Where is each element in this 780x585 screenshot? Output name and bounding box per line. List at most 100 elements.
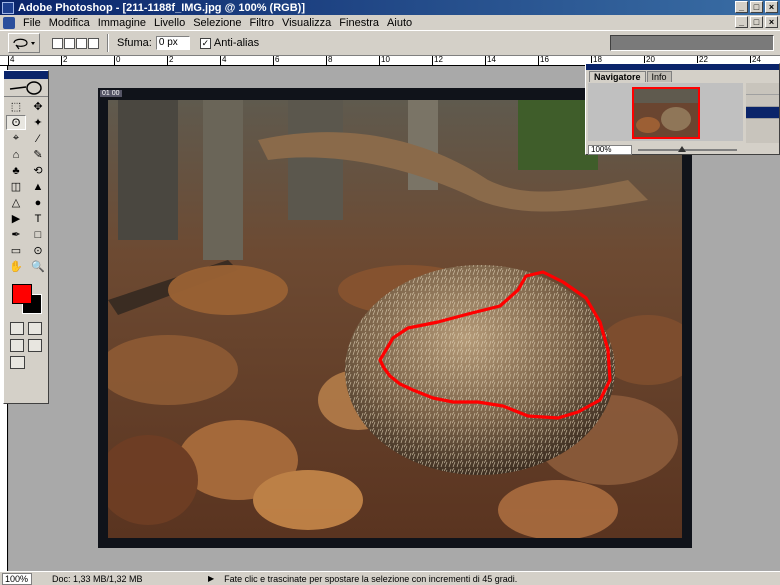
minimize-button[interactable]: _	[735, 1, 748, 13]
selection-mode-group	[52, 37, 99, 49]
dodge-tool-icon[interactable]: ●	[28, 195, 48, 210]
zoom-field[interactable]: 100%	[2, 572, 32, 585]
navigator-zoom-slider[interactable]	[638, 145, 737, 152]
new-selection-icon[interactable]	[52, 37, 63, 49]
standard-mode-icon[interactable]	[10, 322, 24, 335]
feather-input[interactable]: 0 px	[155, 36, 190, 50]
type-tool-icon[interactable]: T	[28, 211, 48, 226]
layer-row-selected[interactable]	[746, 107, 779, 119]
history-brush-icon[interactable]: ⟲	[28, 163, 48, 178]
marquee-tool-icon[interactable]: ⬚	[6, 99, 26, 114]
antialias-checkbox[interactable]: ✓	[199, 37, 211, 49]
blur-tool-icon[interactable]: △	[6, 195, 26, 210]
antialias-label: Anti-alias	[213, 37, 260, 49]
ruler-tick: 14	[485, 56, 496, 65]
status-bar: 100% Doc: 1,33 MB/1,32 MB ▶ Fate clic e …	[0, 571, 780, 585]
crop-tool-icon[interactable]: ⌖	[6, 131, 26, 146]
doc-minimize-button[interactable]: _	[735, 16, 748, 28]
shape-tool-icon[interactable]: □	[28, 227, 48, 242]
menu-filtro[interactable]: Filtro	[246, 17, 278, 29]
ruler-tick: 12	[432, 56, 443, 65]
ruler-tick: 2	[167, 56, 174, 65]
pen-tool-icon[interactable]: ✒	[6, 227, 26, 242]
mask-mode-row	[4, 320, 48, 337]
fullscreen-menu-icon[interactable]	[28, 339, 42, 352]
gradient-tool-icon[interactable]: ▲	[28, 179, 48, 194]
close-button[interactable]: ×	[765, 1, 778, 13]
ruler-tick: 8	[326, 56, 333, 65]
toolbox-titlebar[interactable]	[4, 71, 48, 79]
navigator-preview[interactable]	[588, 83, 743, 141]
navigator-zoom-field[interactable]: 100%	[588, 144, 632, 155]
magic-wand-tool-icon[interactable]: ✦	[28, 115, 48, 130]
subtract-selection-icon[interactable]	[76, 37, 87, 49]
navigator-controls: 100%	[588, 144, 743, 155]
menu-bar: File Modifica Immagine Livello Selezione…	[0, 15, 780, 30]
navigator-panel: Navigatore Info 100%	[585, 63, 780, 155]
notes-tool-icon[interactable]: ▭	[6, 243, 26, 258]
eraser-tool-icon[interactable]: ◫	[6, 179, 26, 194]
maximize-button[interactable]: □	[750, 1, 763, 13]
eyedropper-tool-icon[interactable]: ⊙	[28, 243, 48, 258]
move-tool-icon[interactable]: ✥	[28, 99, 48, 114]
zoom-tool-icon[interactable]: 🔍	[28, 259, 48, 274]
photoshop-logo-icon[interactable]	[4, 79, 48, 97]
tab-navigatore[interactable]: Navigatore	[589, 71, 646, 82]
menu-finestra[interactable]: Finestra	[335, 17, 383, 29]
intersect-selection-icon[interactable]	[88, 37, 99, 49]
title-bar: Adobe Photoshop - [211-1188f_IMG.jpg @ 1…	[0, 0, 780, 15]
menu-aiuto[interactable]: Aiuto	[383, 17, 416, 29]
healing-brush-icon[interactable]: ⌂	[6, 147, 26, 162]
navigator-view-box[interactable]	[632, 87, 700, 139]
screen-mode-row	[4, 337, 48, 354]
window-title: Adobe Photoshop - [211-1188f_IMG.jpg @ 1…	[18, 1, 305, 14]
divider	[107, 34, 109, 52]
status-arrow-icon[interactable]: ▶	[208, 574, 214, 583]
document-menu-icon[interactable]	[3, 16, 15, 29]
forest-floor-photo	[108, 100, 682, 538]
doc-close-button[interactable]: ×	[765, 16, 778, 28]
layers-panel-stub	[746, 83, 779, 143]
image-canvas[interactable]	[108, 100, 682, 538]
lasso-tool-preset-picker[interactable]	[8, 33, 40, 53]
add-selection-icon[interactable]	[64, 37, 75, 49]
photoshop-app-icon	[2, 1, 14, 14]
ruler-tick: 0	[114, 56, 121, 65]
doc-restore-button[interactable]: □	[750, 16, 763, 28]
lasso-icon	[13, 38, 35, 50]
document-label: 01 00	[100, 90, 122, 97]
options-bar: Sfuma: 0 px ✓ Anti-alias	[0, 30, 780, 56]
ruler-tick: 6	[273, 56, 280, 65]
menu-modifica[interactable]: Modifica	[45, 17, 94, 29]
path-select-icon[interactable]: ▶	[6, 211, 26, 226]
lasso-tool-icon[interactable]: ʘ	[6, 115, 26, 130]
clone-stamp-icon[interactable]: ♣	[6, 163, 26, 178]
layer-row[interactable]	[746, 83, 779, 95]
menu-immagine[interactable]: Immagine	[94, 17, 150, 29]
palette-well[interactable]	[610, 35, 774, 51]
document-size[interactable]: Doc: 1,33 MB/1,32 MB	[52, 574, 202, 584]
menu-livello[interactable]: Livello	[150, 17, 189, 29]
tab-info[interactable]: Info	[646, 71, 672, 82]
layer-row[interactable]	[746, 95, 779, 107]
ruler-tick: 16	[538, 56, 549, 65]
brush-tool-icon[interactable]: ✎	[28, 147, 48, 162]
foreground-color-swatch[interactable]	[12, 284, 32, 304]
ruler-tick: 4	[8, 56, 15, 65]
imageready-icon[interactable]	[10, 356, 25, 369]
feather-label: Sfuma:	[117, 37, 152, 49]
color-swatches	[6, 280, 46, 316]
standard-screen-icon[interactable]	[10, 339, 24, 352]
ruler-tick: 10	[379, 56, 390, 65]
menu-selezione[interactable]: Selezione	[189, 17, 245, 29]
slice-tool-icon[interactable]: ⁄	[28, 131, 48, 146]
jump-row	[4, 354, 48, 371]
status-hint: Fate clic e trascinate per spostare la s…	[224, 573, 518, 584]
hand-tool-icon[interactable]: ✋	[6, 259, 26, 274]
menu-file[interactable]: File	[19, 17, 45, 29]
ruler-tick: 2	[61, 56, 68, 65]
quickmask-mode-icon[interactable]	[28, 322, 42, 335]
ruler-tick: 4	[220, 56, 227, 65]
toolbox: ⬚ ✥ ʘ ✦ ⌖ ⁄ ⌂ ✎ ♣ ⟲ ◫ ▲ △ ● ▶ T ✒ □ ▭ ⊙ ✋ 🔍	[3, 70, 49, 404]
menu-visualizza[interactable]: Visualizza	[278, 17, 335, 29]
